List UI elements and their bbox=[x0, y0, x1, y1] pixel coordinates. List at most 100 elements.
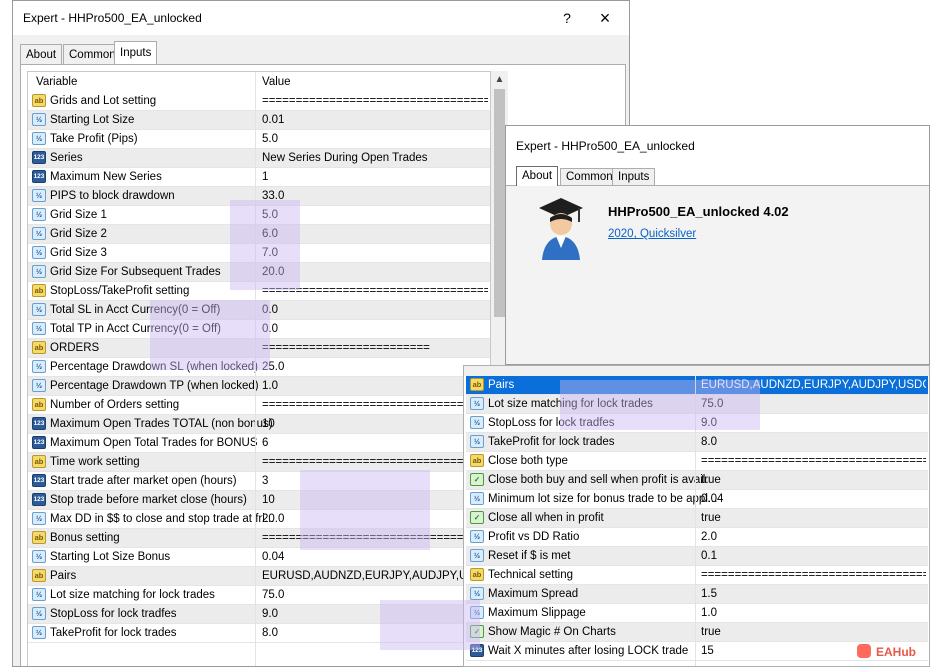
param-value[interactable]: 8.0 bbox=[701, 436, 926, 448]
product-name: HHPro500_EA_unlocked 4.02 bbox=[608, 204, 789, 219]
about-tab-inputs[interactable]: Inputs bbox=[612, 168, 656, 186]
param-name: Reset if $ is met bbox=[488, 550, 571, 562]
param-name: Show Magic # On Charts bbox=[488, 626, 616, 638]
param-row[interactable]: ab Close both type =======================… bbox=[466, 452, 928, 471]
param-value[interactable]: 0.1 bbox=[701, 550, 926, 562]
param-value[interactable]: ========================================… bbox=[701, 569, 926, 581]
scroll-thumb[interactable] bbox=[494, 89, 505, 317]
param-value[interactable]: 1 bbox=[262, 171, 488, 183]
string-type-icon: ab bbox=[32, 455, 46, 468]
param-value[interactable]: ========================================… bbox=[262, 95, 488, 107]
col-variable-header[interactable]: Variable bbox=[36, 76, 77, 88]
param-name: Maximum Open Trades TOTAL (non bonus) bbox=[50, 418, 273, 430]
about-window-title: Expert - HHPro500_EA_unlocked bbox=[516, 139, 695, 153]
copyright-link[interactable]: 2020, Quicksilver bbox=[608, 228, 696, 240]
about-tab-common[interactable]: Common bbox=[560, 168, 619, 186]
param-name: TakeProfit for lock trades bbox=[50, 627, 177, 639]
param-value[interactable]: ========================================… bbox=[262, 399, 488, 411]
param-row[interactable]: ½ Minimum lot size for bonus trade to be … bbox=[466, 490, 928, 509]
param-value[interactable]: 1.0 bbox=[262, 380, 488, 392]
param-value[interactable]: 0.04 bbox=[262, 551, 488, 563]
param-row[interactable]: ab Grids and Lot setting =================… bbox=[28, 92, 490, 111]
param-value[interactable]: 25.0 bbox=[262, 361, 488, 373]
double-type-icon: ½ bbox=[32, 550, 46, 563]
param-value[interactable]: New Series During Open Trades bbox=[262, 152, 488, 164]
pixel-watermark bbox=[230, 200, 300, 290]
param-row[interactable]: ½ Maximum Slippage 1.0 bbox=[466, 604, 928, 623]
string-type-icon: ab bbox=[32, 94, 46, 107]
param-value[interactable]: ========================================… bbox=[262, 456, 488, 468]
param-value[interactable]: 6 bbox=[262, 437, 488, 449]
param-name: Grids and Lot setting bbox=[50, 95, 157, 107]
param-value[interactable]: ========================= bbox=[262, 342, 488, 354]
param-name: StopLoss/TakeProfit setting bbox=[50, 285, 190, 297]
close-button[interactable]: × bbox=[587, 1, 623, 35]
param-name: Maximum Slippage bbox=[488, 607, 586, 619]
param-name: Maximum Spread bbox=[488, 588, 579, 600]
help-button[interactable]: ? bbox=[549, 1, 585, 35]
tab-inputs[interactable]: Inputs bbox=[114, 41, 158, 64]
param-row[interactable]: ✓ Show Magic # On Charts true bbox=[466, 623, 928, 642]
about-tab-about[interactable]: About bbox=[516, 166, 559, 186]
param-value[interactable]: EURUSD,AUDNZD,EURJPY,AUDJPY,USDCHF bbox=[262, 570, 488, 582]
param-row[interactable]: ½ TakeProfit for lock trades 8.0 bbox=[466, 433, 928, 452]
double-type-icon: ½ bbox=[32, 360, 46, 373]
param-name: Grid Size 1 bbox=[50, 209, 107, 221]
string-type-icon: ab bbox=[32, 398, 46, 411]
param-row[interactable]: ✓ Close all when in profit true bbox=[466, 509, 928, 528]
param-name: Lot size matching for lock trades bbox=[50, 589, 215, 601]
string-type-icon: ab bbox=[32, 341, 46, 354]
param-row[interactable]: ½ Profit vs DD Ratio 2.0 bbox=[466, 528, 928, 547]
param-row[interactable]: ab Pairs EURUSD,AUDNZD,EURJPY,AUDJPY,USDCH… bbox=[28, 567, 490, 586]
param-value[interactable]: 2.0 bbox=[701, 531, 926, 543]
param-value[interactable]: true bbox=[701, 474, 926, 486]
param-row[interactable]: ½ Take Profit (Pips) 5.0 bbox=[28, 130, 490, 149]
param-name: StopLoss for lock tradfes bbox=[50, 608, 177, 620]
param-name: Minimum lot size for bonus trade to be a… bbox=[488, 493, 718, 505]
param-value[interactable]: 0.04 bbox=[701, 493, 926, 505]
param-value[interactable]: 5.0 bbox=[262, 133, 488, 145]
param-value[interactable]: 0.0 bbox=[262, 323, 488, 335]
tab-about[interactable]: About bbox=[20, 44, 63, 64]
param-value[interactable]: 0.0 bbox=[262, 304, 488, 316]
double-type-icon: ½ bbox=[470, 416, 484, 429]
double-type-icon: ½ bbox=[32, 379, 46, 392]
param-value[interactable]: 1.0 bbox=[701, 607, 926, 619]
param-row[interactable]: 123 Series New Series During Open Trades bbox=[28, 149, 490, 168]
eahub-text: EAHub bbox=[876, 645, 916, 659]
param-row[interactable]: 123 Maximum Open Total Trades for BONUS 6 bbox=[28, 434, 490, 453]
param-name: Maximum New Series bbox=[50, 171, 162, 183]
integer-type-icon: 123 bbox=[32, 493, 46, 506]
param-row[interactable]: ab Number of Orders setting ==============… bbox=[28, 396, 490, 415]
param-value[interactable]: 10 bbox=[262, 418, 488, 430]
scroll-up-icon[interactable]: ▲ bbox=[491, 71, 508, 88]
about-tab-strip: About Common Inputs bbox=[516, 166, 816, 186]
double-type-icon: ½ bbox=[470, 492, 484, 505]
param-row[interactable]: ½ Maximum Spread 1.5 bbox=[466, 585, 928, 604]
string-type-icon: ab bbox=[470, 378, 484, 391]
param-name: Close all when in profit bbox=[488, 512, 604, 524]
param-row[interactable]: ½ Percentage Drawdown TP (when locked) 1.0 bbox=[28, 377, 490, 396]
param-name: Time work setting bbox=[50, 456, 140, 468]
double-type-icon: ½ bbox=[470, 549, 484, 562]
param-row[interactable]: ½ Starting Lot Size 0.01 bbox=[28, 111, 490, 130]
col-value-header[interactable]: Value bbox=[262, 76, 291, 88]
param-row[interactable]: 123 Maximum New Series 1 bbox=[28, 168, 490, 187]
param-row[interactable]: ✓ Close both buy and sell when profit is … bbox=[466, 471, 928, 490]
tab-common[interactable]: Common bbox=[63, 44, 122, 64]
param-value[interactable]: 0.01 bbox=[262, 114, 488, 126]
double-type-icon: ½ bbox=[32, 588, 46, 601]
integer-type-icon: 123 bbox=[32, 417, 46, 430]
string-type-icon: ab bbox=[32, 284, 46, 297]
param-row[interactable]: 123 Maximum Open Trades TOTAL (non bonus)… bbox=[28, 415, 490, 434]
param-row[interactable]: ½ Starting Lot Size Bonus 0.04 bbox=[28, 548, 490, 567]
param-value[interactable]: true bbox=[701, 626, 926, 638]
param-value[interactable]: ========================================… bbox=[701, 455, 926, 467]
param-row[interactable]: ab Technical setting =====================… bbox=[466, 566, 928, 585]
param-name: Grid Size 2 bbox=[50, 228, 107, 240]
param-row[interactable]: ½ Reset if $ is met 0.1 bbox=[466, 547, 928, 566]
param-value[interactable]: 1.5 bbox=[701, 588, 926, 600]
integer-type-icon: 123 bbox=[32, 170, 46, 183]
pixel-watermark bbox=[560, 380, 760, 430]
param-value[interactable]: true bbox=[701, 512, 926, 524]
